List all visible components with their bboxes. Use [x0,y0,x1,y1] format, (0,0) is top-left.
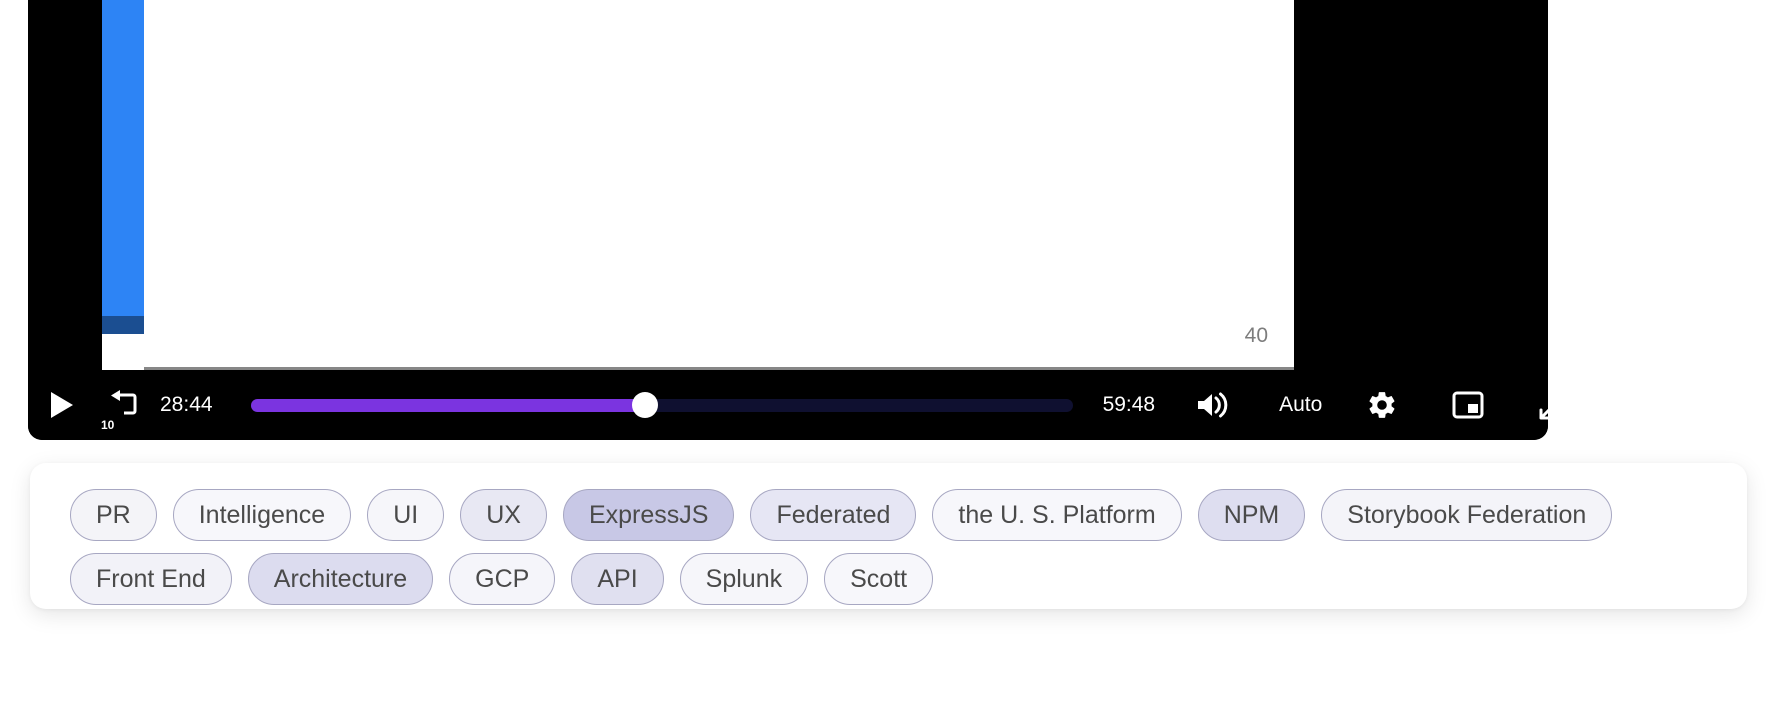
tag-chip[interactable]: Scott [824,553,934,605]
tag-chip[interactable]: GCP [449,553,556,605]
tags-card: PR Intelligence UI UX ExpressJS Federated the … [30,463,1747,609]
presentation-slide: ...apps minQL App X [102,0,1294,384]
tag-chip[interactable]: UX [460,489,547,541]
tag-chip[interactable]: API [571,553,664,605]
video-player[interactable]: ...apps minQL App X [28,0,1548,440]
seek-bar[interactable] [250,370,1073,440]
tag-chip[interactable]: Intelligence [172,489,352,541]
duration-time: 59:48 [1102,393,1156,416]
tag-chip[interactable]: Federated [750,489,917,541]
tag-chip[interactable]: ExpressJS [562,489,735,541]
tag-chip[interactable]: NPM [1197,489,1306,541]
picture-in-picture-button[interactable] [1436,370,1500,440]
tag-chip[interactable]: PR [70,489,157,541]
play-button[interactable] [28,370,92,440]
tag-row: Front End Architecture GCP API Splunk Scott [70,553,1747,605]
quality-button[interactable]: Auto [1265,370,1336,440]
seek-bar-fill [250,398,646,412]
tag-chip[interactable]: Architecture [247,553,434,605]
video-stage[interactable]: ...apps minQL App X [28,0,1548,392]
settings-button[interactable] [1350,370,1414,440]
tag-chip[interactable]: Storybook Federation [1321,489,1613,541]
player-controls: 10 28:44 59:48 Auto [28,370,1548,440]
seek-bar-knob[interactable] [632,392,659,418]
fullscreen-icon [1539,408,1548,420]
replay-10-label: 10 [101,418,115,432]
tag-row: PR Intelligence UI UX ExpressJS Federated the … [70,489,1747,541]
slide-left-rail [102,0,144,332]
gear-icon [1369,392,1395,418]
current-time: 28:44 [160,393,213,416]
play-icon [51,392,73,418]
tag-chip[interactable]: Front End [70,553,232,605]
tag-rows: PR Intelligence UI UX ExpressJS Federated the … [70,489,1747,605]
replay-10-button[interactable]: 10 [92,370,154,440]
tag-chip[interactable]: Splunk [679,553,809,605]
volume-icon [1198,392,1228,418]
replay-10-icon [111,390,137,415]
slide-left-rail-shadow [102,316,144,334]
picture-in-picture-icon [1452,391,1484,419]
quality-label: Auto [1279,393,1323,416]
tag-chip[interactable]: UI [367,489,445,541]
volume-button[interactable] [1181,370,1243,440]
slide-number: 40 [1244,324,1268,347]
fullscreen-button[interactable] [1522,370,1548,440]
tag-chip[interactable]: the U. S. Platform [932,489,1182,541]
